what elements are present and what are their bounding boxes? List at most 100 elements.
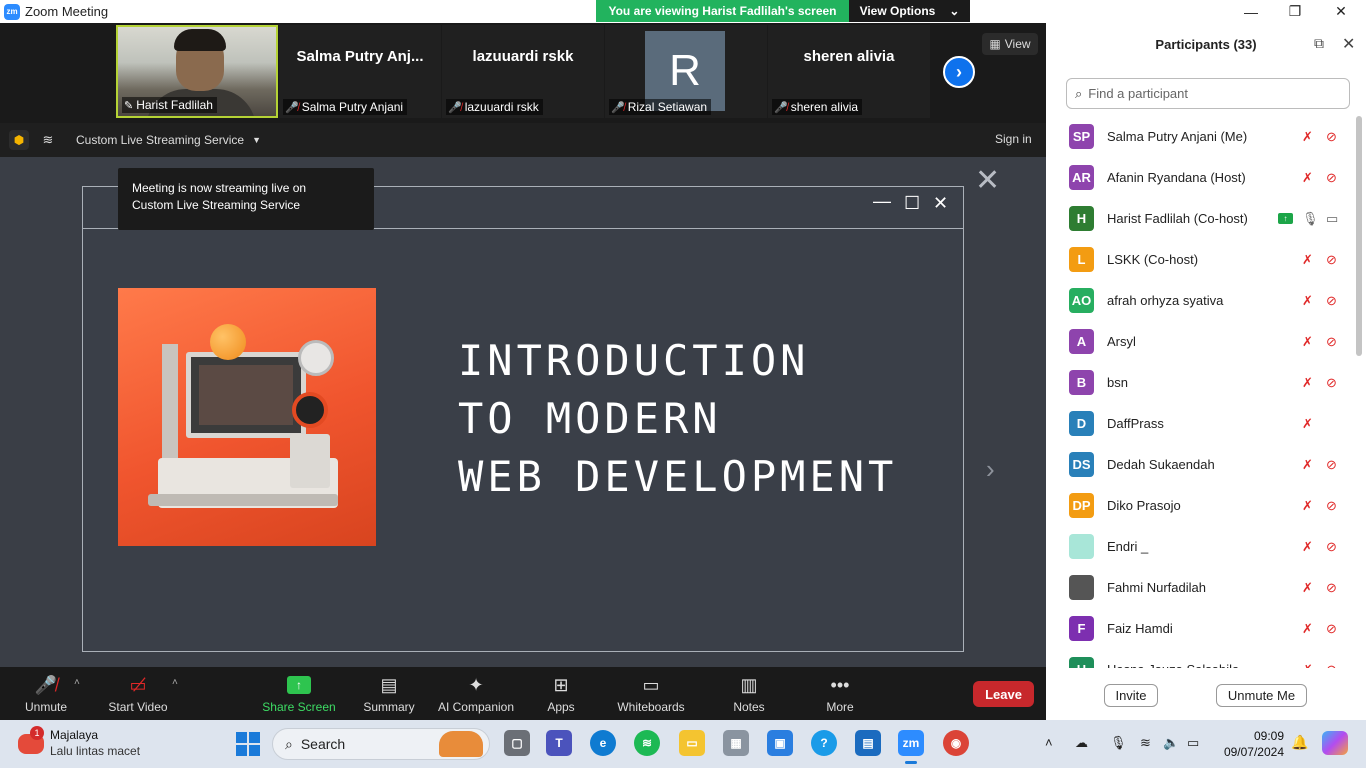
thumbnail-sheren-alivia[interactable]: sheren alivia 🎤̸ sheren alivia bbox=[768, 25, 930, 118]
participant-row[interactable]: HHasna Jauza Salsabila✗⊘ bbox=[1046, 649, 1354, 668]
chevron-up-icon[interactable]: ˄ bbox=[74, 677, 80, 688]
participant-search[interactable]: ⌕ bbox=[1066, 78, 1350, 109]
summary-button[interactable]: ▤ Summary bbox=[359, 667, 419, 720]
participant-row[interactable]: AR Afanin Ryandana (Host) ✗ ⊘ bbox=[1046, 157, 1354, 198]
pop-out-icon[interactable]: ⧉ bbox=[1314, 35, 1324, 52]
thumbnail-rizal-setiawan[interactable]: R 🎤̸ Rizal Setiawan bbox=[605, 25, 767, 118]
mic-muted-icon[interactable]: ✗ bbox=[1302, 416, 1313, 432]
video-off-icon[interactable]: ⊘ bbox=[1326, 334, 1337, 350]
live-streaming-dropdown[interactable]: Custom Live Streaming Service ▼ bbox=[68, 128, 269, 152]
mic-muted-icon[interactable]: ✗ bbox=[1302, 375, 1313, 391]
weather-widget[interactable]: 1 Majalaya Lalu lintas macet bbox=[18, 726, 178, 760]
participant-row[interactable]: SP Salma Putry Anjani (Me) ✗ ⊘ bbox=[1046, 116, 1354, 157]
chevron-right-icon[interactable]: › bbox=[986, 454, 995, 485]
teams-icon[interactable]: T bbox=[546, 730, 572, 756]
video-off-icon[interactable]: ⊘ bbox=[1326, 375, 1337, 391]
video-off-icon[interactable]: ⊘ bbox=[1326, 293, 1337, 309]
participant-row[interactable]: Bbsn ✗ ⊘ bbox=[1046, 362, 1354, 403]
chevron-up-icon[interactable]: ˄ bbox=[1045, 735, 1053, 750]
participant-row[interactable]: DP Diko Prasojo ✗ ⊘ bbox=[1046, 485, 1354, 526]
news-icon[interactable]: ▤ bbox=[855, 730, 881, 756]
battery-icon[interactable]: ▭ bbox=[1187, 735, 1199, 751]
participant-row[interactable]: F Faiz Hamdi ✗ ⊘ bbox=[1046, 608, 1354, 649]
video-off-icon[interactable]: ⊘ bbox=[1326, 170, 1337, 186]
copilot-icon[interactable] bbox=[1322, 731, 1348, 755]
video-off-icon[interactable]: ⊘ bbox=[1326, 498, 1337, 514]
participant-row[interactable]: AO afrah orhyza syativa ✗ ⊘ bbox=[1046, 280, 1354, 321]
participant-row[interactable]: H Harist Fadlilah (Co-host) ↑ 🎙 ▭ bbox=[1046, 198, 1354, 239]
more-button[interactable]: ••• More bbox=[822, 667, 858, 720]
summary-icon: ▤ bbox=[380, 674, 398, 695]
start-video-button[interactable]: ▭̸ Start Video bbox=[104, 667, 172, 720]
help-icon[interactable]: ? bbox=[811, 730, 837, 756]
participant-row[interactable]: L LSKK (Co-host) ✗ ⊘ bbox=[1046, 239, 1354, 280]
next-page-button[interactable]: › bbox=[943, 56, 975, 88]
share-screen-button[interactable]: ↑ Share Screen bbox=[262, 667, 336, 720]
participant-row[interactable]: D DaffPrass ✗ bbox=[1046, 403, 1354, 444]
clock-date: 09/07/2024 bbox=[1223, 745, 1284, 759]
restore-button[interactable]: ❐ bbox=[1272, 0, 1318, 23]
spotify-icon[interactable]: ≋ bbox=[634, 730, 660, 756]
search-input[interactable] bbox=[1088, 86, 1329, 101]
mic-muted-icon[interactable]: ✗ bbox=[1302, 621, 1313, 637]
microphone-icon[interactable]: 🎙 bbox=[1110, 735, 1127, 751]
thumbnail-harist-fadlilah[interactable]: ✎ Harist Fadlilah bbox=[116, 25, 278, 118]
calculator-icon[interactable]: ▦ bbox=[723, 730, 749, 756]
mic-muted-icon[interactable]: ✗ bbox=[1302, 498, 1313, 514]
video-icon[interactable]: ▭ bbox=[1326, 211, 1338, 227]
participant-row[interactable]: DS Dedah Sukaendah ✗ ⊘ bbox=[1046, 444, 1354, 485]
thumbnail-lazuuardi-rskk[interactable]: lazuuardi rskk 🎤̸ lazuuardi rskk bbox=[442, 25, 604, 118]
video-off-icon[interactable]: ⊘ bbox=[1326, 457, 1337, 473]
edge-icon[interactable]: e bbox=[590, 730, 616, 756]
cloud-icon[interactable]: ☁ bbox=[1075, 735, 1088, 751]
store-icon[interactable]: ▣ bbox=[767, 730, 793, 756]
shield-icon[interactable]: ⬢ bbox=[9, 130, 29, 150]
scrollbar[interactable] bbox=[1356, 116, 1362, 356]
notification-bell-icon[interactable]: 🔔 bbox=[1291, 734, 1308, 751]
chrome-icon[interactable]: ◉ bbox=[943, 730, 969, 756]
invite-button[interactable]: Invite bbox=[1104, 684, 1158, 707]
ai-companion-button[interactable]: ✦ AI Companion bbox=[436, 667, 516, 720]
leave-button[interactable]: Leave bbox=[973, 681, 1034, 707]
close-icon[interactable]: ✕ bbox=[975, 163, 1000, 198]
video-off-icon[interactable]: ⊘ bbox=[1326, 129, 1337, 145]
task-view-icon[interactable]: ▢ bbox=[504, 730, 530, 756]
participant-row[interactable]: Fahmi Nurfadilah ✗ ⊘ bbox=[1046, 567, 1354, 608]
taskbar-search[interactable]: ⌕ Search bbox=[272, 728, 490, 760]
mic-muted-icon[interactable]: ✗ bbox=[1302, 539, 1313, 555]
video-off-icon[interactable]: ⊘ bbox=[1326, 621, 1337, 637]
zoom-icon[interactable]: zm bbox=[898, 730, 924, 764]
unmute-button[interactable]: 🎤̸ Unmute bbox=[20, 667, 72, 720]
view-options-button[interactable]: View Options ⌄ bbox=[849, 0, 970, 22]
chevron-up-icon[interactable]: ˄ bbox=[172, 677, 178, 688]
minimize-button[interactable]: — bbox=[1228, 0, 1274, 23]
view-button[interactable]: ▦ View bbox=[982, 33, 1038, 55]
sign-in-link[interactable]: Sign in bbox=[995, 132, 1032, 146]
start-button[interactable] bbox=[236, 732, 260, 756]
mic-muted-icon[interactable]: ✗ bbox=[1302, 457, 1313, 473]
close-window-button[interactable]: ✕ bbox=[1318, 0, 1364, 23]
participant-row[interactable]: Endri _ ✗ ⊘ bbox=[1046, 526, 1354, 567]
wifi-icon[interactable]: ≋ bbox=[1140, 735, 1151, 751]
mic-icon[interactable]: 🎙 bbox=[1302, 211, 1319, 227]
video-off-icon[interactable]: ⊘ bbox=[1326, 252, 1337, 268]
notes-button[interactable]: ▥ Notes bbox=[730, 667, 768, 720]
volume-icon[interactable]: 🔈 bbox=[1163, 735, 1179, 751]
live-stream-icon[interactable]: ≋ bbox=[38, 130, 58, 150]
mic-muted-icon[interactable]: ✗ bbox=[1302, 170, 1313, 186]
apps-button[interactable]: ⊞ Apps bbox=[541, 667, 581, 720]
mic-muted-icon[interactable]: ✗ bbox=[1302, 129, 1313, 145]
mic-muted-icon[interactable]: ✗ bbox=[1302, 334, 1313, 350]
video-off-icon[interactable]: ⊘ bbox=[1326, 539, 1337, 555]
close-icon[interactable]: ✕ bbox=[1342, 34, 1355, 54]
unmute-me-button[interactable]: Unmute Me bbox=[1216, 684, 1307, 707]
file-explorer-icon[interactable]: ▭ bbox=[679, 730, 705, 756]
participant-row[interactable]: A Arsyl ✗ ⊘ bbox=[1046, 321, 1354, 362]
video-off-icon[interactable]: ⊘ bbox=[1326, 580, 1337, 596]
clock[interactable]: 09:09 09/07/2024 bbox=[1222, 728, 1284, 760]
mic-muted-icon[interactable]: ✗ bbox=[1302, 580, 1313, 596]
thumbnail-salma-putry-anjani[interactable]: Salma Putry Anj... 🎤̸ Salma Putry Anjani bbox=[279, 25, 441, 118]
whiteboards-button[interactable]: ▭ Whiteboards bbox=[614, 667, 688, 720]
mic-muted-icon[interactable]: ✗ bbox=[1302, 293, 1313, 309]
mic-muted-icon[interactable]: ✗ bbox=[1302, 252, 1313, 268]
